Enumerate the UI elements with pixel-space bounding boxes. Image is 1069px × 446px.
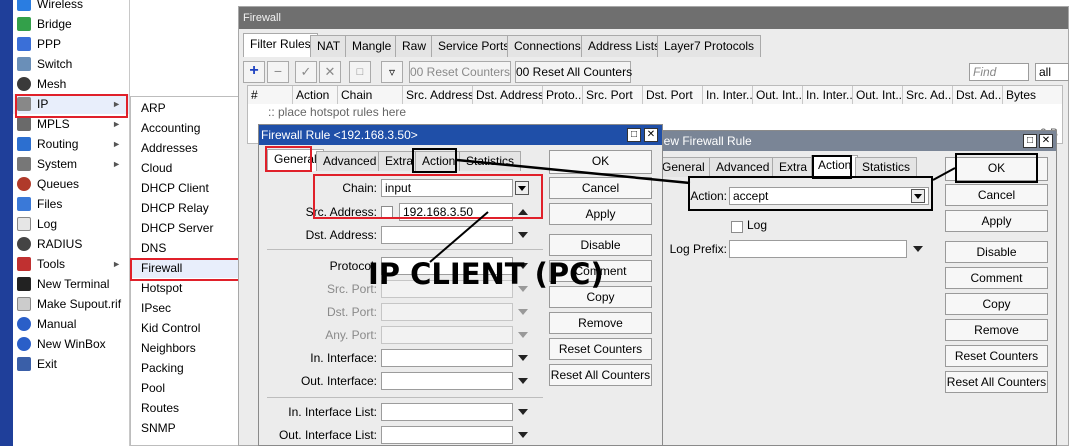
connector-line [932,167,956,181]
pointer-line [429,211,489,263]
connector-line [456,158,691,185]
annotation-lines [429,158,956,263]
ip-client-annotation: IP CLIENT (PC) [368,257,604,291]
